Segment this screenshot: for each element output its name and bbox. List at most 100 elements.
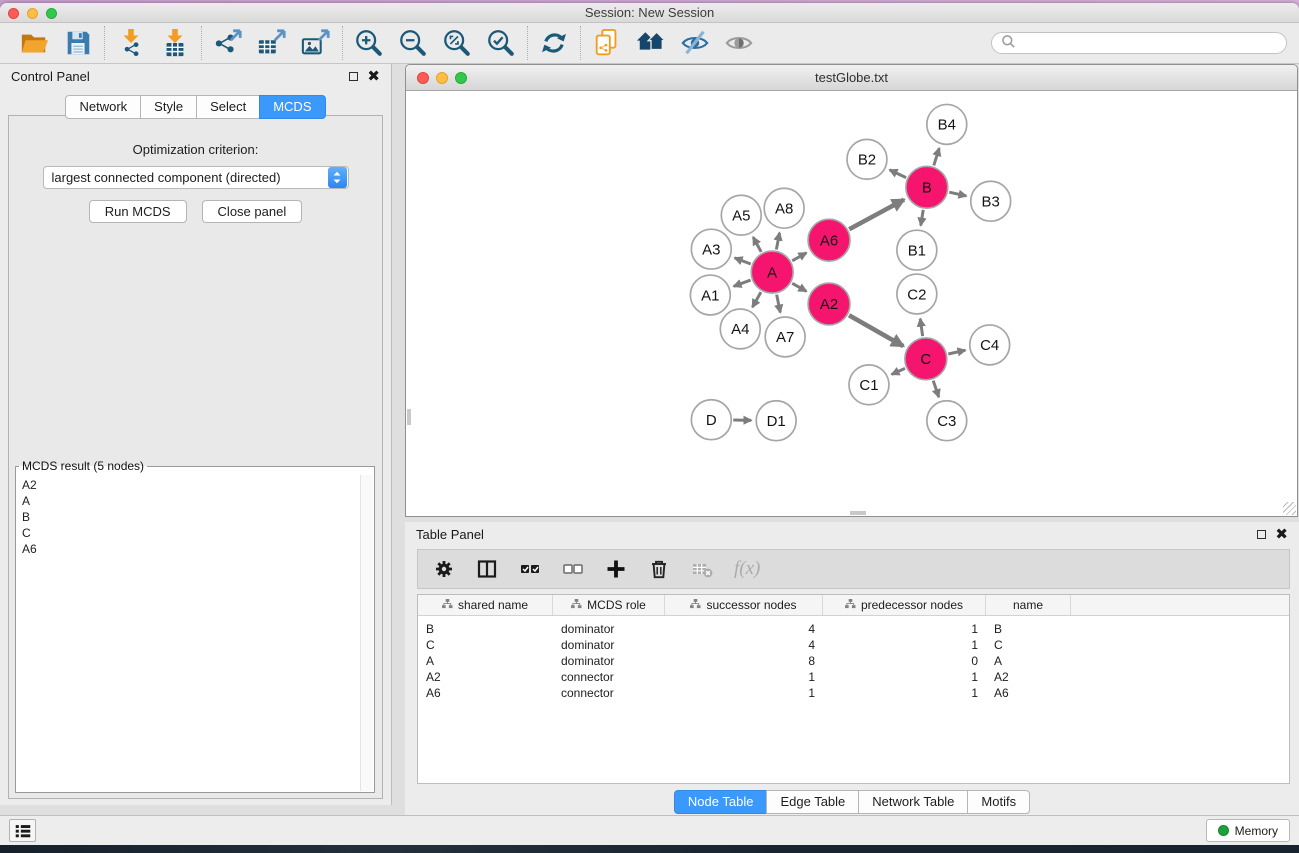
graph-node-B[interactable]: B [906, 166, 948, 208]
graph-edge-A-A1[interactable] [734, 280, 751, 286]
graph-node-C2[interactable]: C2 [897, 274, 937, 314]
table-tab-motifs[interactable]: Motifs [967, 790, 1030, 814]
graph-node-A5[interactable]: A5 [721, 195, 761, 235]
network-maximize-button[interactable] [455, 72, 467, 84]
graph-edge-C-C3[interactable] [933, 381, 939, 397]
search-input[interactable] [1021, 36, 1277, 50]
graph-edge-A-A2[interactable] [792, 283, 806, 291]
graph-node-A8[interactable]: A8 [764, 188, 804, 228]
graph-node-A6[interactable]: A6 [808, 219, 850, 261]
table-row[interactable]: Adominator80A [418, 653, 1289, 669]
graph-edge-A-A6[interactable] [792, 253, 806, 261]
minimize-window-button[interactable] [27, 8, 38, 19]
graph-edge-A2-C[interactable] [849, 315, 903, 346]
graph-edge-A-A7[interactable] [777, 295, 781, 313]
graph-node-A7[interactable]: A7 [765, 317, 805, 357]
duplicate-network-icon[interactable] [591, 27, 623, 59]
export-network-icon[interactable] [212, 27, 244, 59]
maximize-window-button[interactable] [46, 8, 57, 19]
zoom-fit-icon[interactable] [441, 27, 473, 59]
graph-edge-B-B3[interactable] [949, 192, 966, 196]
memory-button[interactable]: Memory [1206, 819, 1290, 842]
graph-node-C[interactable]: C [905, 338, 947, 380]
eye-icon[interactable] [723, 27, 755, 59]
tab-style[interactable]: Style [140, 95, 197, 119]
graph-edge-A-A3[interactable] [735, 258, 751, 264]
graph-edge-C-C4[interactable] [948, 350, 965, 354]
column-header-name[interactable]: name [986, 595, 1071, 615]
delete-column-icon[interactable] [648, 558, 670, 580]
float-panel-icon[interactable] [349, 72, 358, 81]
table-tab-network-table[interactable]: Network Table [858, 790, 968, 814]
table-row[interactable]: A6connector11A6 [418, 685, 1289, 701]
graph-node-A3[interactable]: A3 [691, 229, 731, 269]
mcds-result-item[interactable]: B [22, 509, 354, 525]
graph-node-A2[interactable]: A2 [808, 283, 850, 325]
optimization-criterion-select[interactable]: largest connected component (directed) [43, 166, 349, 189]
add-column-icon[interactable] [605, 558, 627, 580]
tab-network[interactable]: Network [65, 95, 141, 119]
close-window-button[interactable] [8, 8, 19, 19]
graph-edge-C-C1[interactable] [892, 368, 905, 374]
graph-edge-A-A8[interactable] [776, 233, 779, 250]
network-minimize-button[interactable] [436, 72, 448, 84]
graph-node-B1[interactable]: B1 [897, 230, 937, 270]
resize-grip[interactable] [1283, 502, 1296, 515]
close-panel-icon[interactable]: ✖ [367, 71, 380, 82]
mcds-result-item[interactable]: A [22, 493, 354, 509]
network-close-button[interactable] [417, 72, 429, 84]
column-header-MCDS-role[interactable]: MCDS role [553, 595, 665, 615]
graph-node-A[interactable]: A [751, 251, 793, 293]
graph-node-B4[interactable]: B4 [927, 104, 967, 144]
graph-node-B2[interactable]: B2 [847, 139, 887, 179]
graph-node-C1[interactable]: C1 [849, 365, 889, 405]
column-header-successor-nodes[interactable]: successor nodes [665, 595, 823, 615]
graph-node-D[interactable]: D [691, 400, 731, 440]
graph-edge-A-A4[interactable] [752, 292, 760, 307]
network-canvas[interactable]: B4B2BB3A8A5A6A3B1AA1C2A2A4A7C4CC1C3DD1 [406, 91, 1297, 515]
import-table-icon[interactable] [159, 27, 191, 59]
graph-node-A1[interactable]: A1 [690, 275, 730, 315]
graph-edge-A6-B[interactable] [849, 200, 904, 230]
network-horizontal-scrollbar[interactable] [850, 511, 866, 515]
houses-icon[interactable] [635, 27, 667, 59]
deselect-all-icon[interactable] [562, 558, 584, 580]
graph-node-C3[interactable]: C3 [927, 401, 967, 441]
graph-node-C4[interactable]: C4 [970, 325, 1010, 365]
tab-mcds[interactable]: MCDS [259, 95, 325, 119]
float-table-panel-icon[interactable] [1257, 530, 1266, 539]
graph-node-B3[interactable]: B3 [971, 181, 1011, 221]
table-row[interactable]: Cdominator41C [418, 637, 1289, 653]
close-panel-button[interactable]: Close panel [202, 200, 303, 223]
result-scrollbar[interactable] [360, 475, 373, 791]
graph-node-A4[interactable]: A4 [720, 309, 760, 349]
graph-edge-A-A5[interactable] [753, 237, 761, 252]
export-image-icon[interactable] [300, 27, 332, 59]
save-session-icon[interactable] [62, 27, 94, 59]
mcds-result-item[interactable]: A2 [22, 477, 354, 493]
open-session-icon[interactable] [18, 27, 50, 59]
zoom-in-icon[interactable] [353, 27, 385, 59]
graph-edge-B-B2[interactable] [890, 170, 906, 178]
tab-select[interactable]: Select [196, 95, 260, 119]
network-window-titlebar[interactable]: testGlobe.txt [406, 65, 1297, 91]
search-box[interactable] [991, 32, 1287, 54]
column-header-shared-name[interactable]: shared name [418, 595, 553, 615]
export-table-icon[interactable] [256, 27, 288, 59]
import-network-icon[interactable] [115, 27, 147, 59]
table-tab-node-table[interactable]: Node Table [674, 790, 768, 814]
run-mcds-button[interactable]: Run MCDS [89, 200, 187, 223]
network-vertical-scrollbar[interactable] [407, 409, 411, 425]
graph-edge-B-B4[interactable] [934, 148, 939, 165]
mcds-result-item[interactable]: A6 [22, 541, 354, 557]
graph-edge-B-B1[interactable] [921, 210, 923, 226]
split-columns-icon[interactable] [476, 558, 498, 580]
hide-eye-icon[interactable] [679, 27, 711, 59]
table-tab-edge-table[interactable]: Edge Table [766, 790, 859, 814]
settings-gear-icon[interactable] [433, 558, 455, 580]
close-table-panel-icon[interactable]: ✖ [1275, 529, 1288, 540]
table-row[interactable]: Bdominator41B [418, 621, 1289, 637]
column-header-predecessor-nodes[interactable]: predecessor nodes [823, 595, 986, 615]
zoom-out-icon[interactable] [397, 27, 429, 59]
table-row[interactable]: A2connector11A2 [418, 669, 1289, 685]
